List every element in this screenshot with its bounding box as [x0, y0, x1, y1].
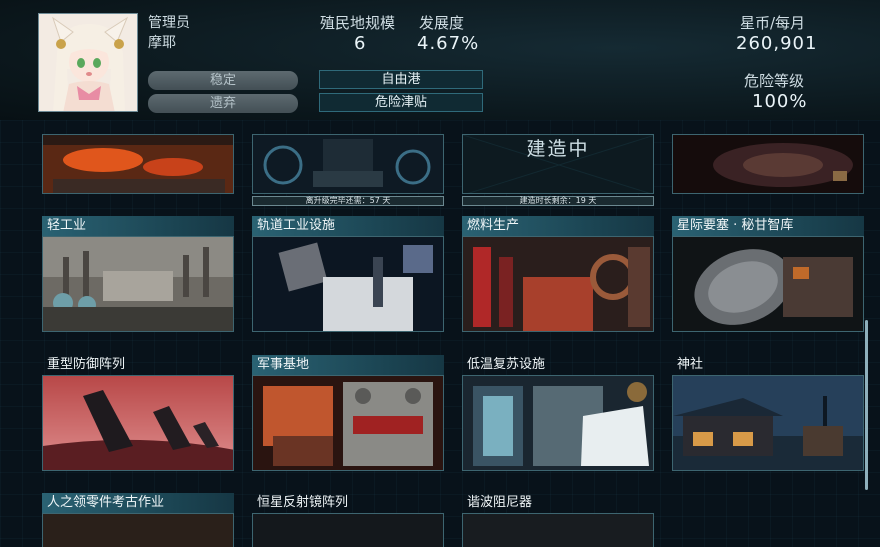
industry-image	[252, 134, 444, 194]
industry-image	[462, 513, 654, 547]
industry-image	[42, 134, 234, 194]
industry-title: 燃料生产	[462, 216, 654, 236]
industry-card-cryorevival[interactable]: 低温复苏设施	[462, 355, 654, 471]
development-value: 4.67%	[417, 33, 480, 54]
industry-card-shrine[interactable]: 神社	[672, 355, 864, 471]
industry-card-orbital-works[interactable]: 轨道工业设施	[252, 216, 444, 332]
admin-portrait[interactable]	[38, 13, 138, 112]
industry-title: 星际要塞 · 秘甘智库	[672, 216, 864, 236]
industry-title: 重型防御阵列	[47, 357, 126, 372]
colony-size-value: 6	[354, 33, 367, 54]
colony-header: 管理员 摩耶 殖民地规模 6 发展度 4.67% 星币/每月 260,901 危…	[0, 0, 880, 120]
industry-image	[42, 236, 234, 332]
industry-image	[672, 375, 864, 471]
hazard-pay-button[interactable]: 危险津贴	[319, 93, 483, 112]
industry-card-heavy-batteries[interactable]: 重型防御阵列	[42, 355, 234, 471]
industry-title: 人之领零件考古作业	[42, 493, 234, 513]
danger-level-value: 100%	[752, 91, 808, 112]
industry-grid: 离升级完毕还需：57 天 建造中 建造时长剩余：19 天 轻工业 轨道工业设施 …	[0, 120, 880, 547]
industry-title: 低温复苏设施	[467, 357, 546, 372]
industry-card-fuel-production[interactable]: 燃料生产	[462, 216, 654, 332]
industry-title: 谐波阻尼器	[467, 495, 533, 510]
industry-title: 神社	[677, 357, 704, 372]
industry-card-harmonic-damper[interactable]: 谐波阻尼器	[462, 493, 654, 547]
industry-image	[252, 513, 444, 547]
construction-progress-bar: 建造时长剩余：19 天	[462, 196, 654, 206]
admin-name: 摩耶	[148, 35, 176, 51]
industry-image	[42, 375, 234, 471]
industry-image	[462, 236, 654, 332]
development-label: 发展度	[419, 14, 465, 32]
industry-card[interactable]	[252, 134, 444, 194]
freeport-button[interactable]: 自由港	[319, 70, 483, 89]
danger-level-label: 危险等级	[744, 72, 805, 90]
currency-label: 星币/每月	[740, 14, 806, 32]
industry-title: 轨道工业设施	[252, 216, 444, 236]
under-construction-label: 建造中	[526, 138, 590, 160]
abandon-button[interactable]: 遗弃	[148, 94, 298, 113]
industry-image	[252, 375, 444, 471]
grid-scrollbar[interactable]	[865, 320, 868, 490]
colony-size-label: 殖民地规模	[320, 14, 396, 32]
currency-value: 260,901	[736, 33, 818, 54]
industry-title: 恒星反射镜阵列	[257, 495, 349, 510]
construction-progress-text: 建造时长剩余：19 天	[519, 196, 597, 205]
upgrade-progress-text: 离升级完毕还需：57 天	[305, 196, 391, 205]
construction-card[interactable]: 建造中	[462, 134, 654, 194]
industry-card[interactable]	[672, 134, 864, 194]
industry-card-military-base[interactable]: 军事基地	[252, 355, 444, 471]
industry-image	[42, 513, 234, 547]
industry-image	[672, 236, 864, 332]
admin-label: 管理员	[148, 15, 190, 31]
industry-card-star-fortress[interactable]: 星际要塞 · 秘甘智库	[672, 216, 864, 332]
industry-card-light-industry[interactable]: 轻工业	[42, 216, 234, 332]
industry-image	[672, 134, 864, 194]
industry-card[interactable]	[42, 134, 234, 194]
industry-card-stellar-mirrors[interactable]: 恒星反射镜阵列	[252, 493, 444, 547]
industry-title: 军事基地	[252, 355, 444, 375]
industry-image	[252, 236, 444, 332]
industry-title: 轻工业	[42, 216, 234, 236]
stable-button[interactable]: 稳定	[148, 71, 298, 90]
industry-image	[462, 375, 654, 471]
industry-card-archaeology[interactable]: 人之领零件考古作业	[42, 493, 234, 547]
upgrade-progress-bar: 离升级完毕还需：57 天	[252, 196, 444, 206]
